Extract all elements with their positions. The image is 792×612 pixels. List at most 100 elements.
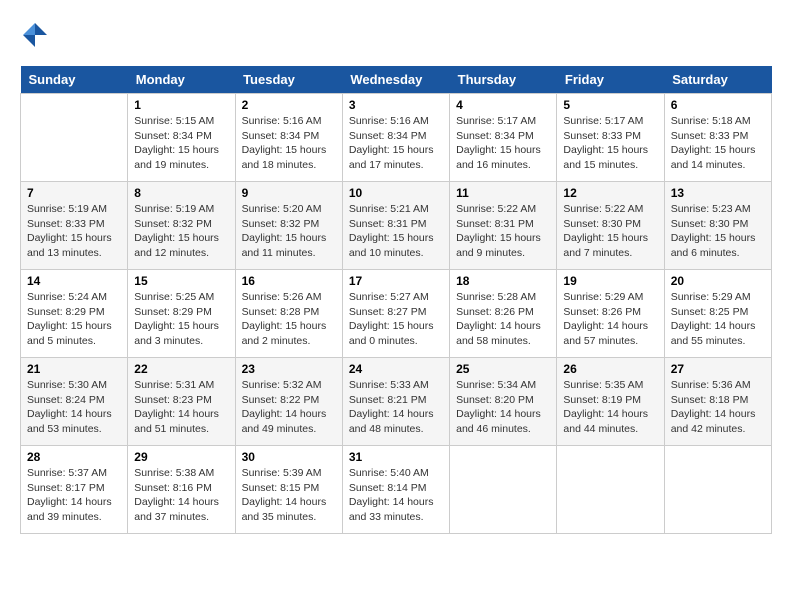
day-number: 3 [349,98,443,112]
calendar-cell: 28 Sunrise: 5:37 AM Sunset: 8:17 PM Dayli… [21,446,128,534]
day-number: 16 [242,274,336,288]
calendar-cell: 29Sunrise: 5:38 AM Sunset: 8:16 PM Dayli… [128,446,235,534]
cell-content: Sunrise: 5:37 AM Sunset: 8:17 PM Dayligh… [27,466,121,525]
cell-content: Sunrise: 5:18 AM Sunset: 8:33 PM Dayligh… [671,114,765,173]
day-number: 20 [671,274,765,288]
cell-content: Sunrise: 5:29 AM Sunset: 8:26 PM Dayligh… [563,290,657,349]
calendar-cell: 24Sunrise: 5:33 AM Sunset: 8:21 PM Dayli… [342,358,449,446]
calendar-week-2: 14 Sunrise: 5:24 AM Sunset: 8:29 PM Dayli… [21,270,772,358]
cell-content: Sunrise: 5:34 AM Sunset: 8:20 PM Dayligh… [456,378,550,437]
day-number: 7 [27,186,121,200]
calendar-cell: 22Sunrise: 5:31 AM Sunset: 8:23 PM Dayli… [128,358,235,446]
cell-content: Sunrise: 5:16 AM Sunset: 8:34 PM Dayligh… [242,114,336,173]
calendar-cell: 21Sunrise: 5:30 AM Sunset: 8:24 PM Dayli… [21,358,128,446]
calendar-cell: 26Sunrise: 5:35 AM Sunset: 8:19 PM Dayli… [557,358,664,446]
calendar-cell [664,446,771,534]
calendar-cell: 20 Sunrise: 5:29 AM Sunset: 8:25 PM Dayli… [664,270,771,358]
day-number: 31 [349,450,443,464]
calendar-cell: 9Sunrise: 5:20 AM Sunset: 8:32 PM Daylig… [235,182,342,270]
day-number: 10 [349,186,443,200]
calendar-cell: 1Sunrise: 5:15 AM Sunset: 8:34 PM Daylig… [128,94,235,182]
day-number: 19 [563,274,657,288]
calendar-cell: 5 Sunrise: 5:17 AM Sunset: 8:33 PM Daylig… [557,94,664,182]
calendar-cell [450,446,557,534]
header-monday: Monday [128,66,235,94]
calendar-cell: 19 Sunrise: 5:29 AM Sunset: 8:26 PM Dayli… [557,270,664,358]
day-number: 18 [456,274,550,288]
calendar-cell: 7 Sunrise: 5:19 AM Sunset: 8:33 PM Daylig… [21,182,128,270]
cell-content: Sunrise: 5:17 AM Sunset: 8:34 PM Dayligh… [456,114,550,173]
logo-icon [20,20,50,50]
calendar-cell: 10 Sunrise: 5:21 AM Sunset: 8:31 PM Dayli… [342,182,449,270]
day-number: 1 [134,98,228,112]
header-thursday: Thursday [450,66,557,94]
day-number: 6 [671,98,765,112]
day-number: 12 [563,186,657,200]
calendar-cell: 12 Sunrise: 5:22 AM Sunset: 8:30 PM Dayli… [557,182,664,270]
cell-content: Sunrise: 5:17 AM Sunset: 8:33 PM Dayligh… [563,114,657,173]
calendar-cell: 3 Sunrise: 5:16 AM Sunset: 8:34 PM Daylig… [342,94,449,182]
calendar-week-3: 21Sunrise: 5:30 AM Sunset: 8:24 PM Dayli… [21,358,772,446]
cell-content: Sunrise: 5:26 AM Sunset: 8:28 PM Dayligh… [242,290,336,349]
calendar-table: SundayMondayTuesdayWednesdayThursdayFrid… [20,66,772,534]
cell-content: Sunrise: 5:32 AM Sunset: 8:22 PM Dayligh… [242,378,336,437]
calendar-cell: 27 Sunrise: 5:36 AM Sunset: 8:18 PM Dayli… [664,358,771,446]
day-number: 30 [242,450,336,464]
day-number: 25 [456,362,550,376]
calendar-header-row: SundayMondayTuesdayWednesdayThursdayFrid… [21,66,772,94]
day-number: 26 [563,362,657,376]
cell-content: Sunrise: 5:19 AM Sunset: 8:33 PM Dayligh… [27,202,121,261]
calendar-cell: 23Sunrise: 5:32 AM Sunset: 8:22 PM Dayli… [235,358,342,446]
cell-content: Sunrise: 5:23 AM Sunset: 8:30 PM Dayligh… [671,202,765,261]
day-number: 11 [456,186,550,200]
cell-content: Sunrise: 5:27 AM Sunset: 8:27 PM Dayligh… [349,290,443,349]
header-saturday: Saturday [664,66,771,94]
cell-content: Sunrise: 5:40 AM Sunset: 8:14 PM Dayligh… [349,466,443,525]
calendar-cell: 17 Sunrise: 5:27 AM Sunset: 8:27 PM Dayli… [342,270,449,358]
cell-content: Sunrise: 5:24 AM Sunset: 8:29 PM Dayligh… [27,290,121,349]
cell-content: Sunrise: 5:29 AM Sunset: 8:25 PM Dayligh… [671,290,765,349]
calendar-cell: 13 Sunrise: 5:23 AM Sunset: 8:30 PM Dayli… [664,182,771,270]
cell-content: Sunrise: 5:25 AM Sunset: 8:29 PM Dayligh… [134,290,228,349]
day-number: 8 [134,186,228,200]
day-number: 13 [671,186,765,200]
calendar-cell: 15 Sunrise: 5:25 AM Sunset: 8:29 PM Dayli… [128,270,235,358]
header-wednesday: Wednesday [342,66,449,94]
cell-content: Sunrise: 5:22 AM Sunset: 8:30 PM Dayligh… [563,202,657,261]
day-number: 5 [563,98,657,112]
cell-content: Sunrise: 5:22 AM Sunset: 8:31 PM Dayligh… [456,202,550,261]
calendar-cell: 6 Sunrise: 5:18 AM Sunset: 8:33 PM Daylig… [664,94,771,182]
day-number: 24 [349,362,443,376]
day-number: 2 [242,98,336,112]
calendar-cell: 25 Sunrise: 5:34 AM Sunset: 8:20 PM Dayli… [450,358,557,446]
calendar-cell: 31 Sunrise: 5:40 AM Sunset: 8:14 PM Dayli… [342,446,449,534]
cell-content: Sunrise: 5:20 AM Sunset: 8:32 PM Dayligh… [242,202,336,261]
cell-content: Sunrise: 5:19 AM Sunset: 8:32 PM Dayligh… [134,202,228,261]
header-tuesday: Tuesday [235,66,342,94]
calendar-cell: 8 Sunrise: 5:19 AM Sunset: 8:32 PM Daylig… [128,182,235,270]
cell-content: Sunrise: 5:21 AM Sunset: 8:31 PM Dayligh… [349,202,443,261]
calendar-cell: 18 Sunrise: 5:28 AM Sunset: 8:26 PM Dayli… [450,270,557,358]
header-friday: Friday [557,66,664,94]
page-header [20,20,772,50]
calendar-cell: 16 Sunrise: 5:26 AM Sunset: 8:28 PM Dayli… [235,270,342,358]
day-number: 17 [349,274,443,288]
day-number: 21 [27,362,121,376]
calendar-cell [21,94,128,182]
day-number: 4 [456,98,550,112]
header-sunday: Sunday [21,66,128,94]
day-number: 15 [134,274,228,288]
logo [20,20,54,50]
calendar-cell: 30 Sunrise: 5:39 AM Sunset: 8:15 PM Dayli… [235,446,342,534]
cell-content: Sunrise: 5:28 AM Sunset: 8:26 PM Dayligh… [456,290,550,349]
cell-content: Sunrise: 5:39 AM Sunset: 8:15 PM Dayligh… [242,466,336,525]
calendar-cell: 11 Sunrise: 5:22 AM Sunset: 8:31 PM Dayli… [450,182,557,270]
cell-content: Sunrise: 5:36 AM Sunset: 8:18 PM Dayligh… [671,378,765,437]
day-number: 28 [27,450,121,464]
day-number: 22 [134,362,228,376]
cell-content: Sunrise: 5:16 AM Sunset: 8:34 PM Dayligh… [349,114,443,173]
day-number: 14 [27,274,121,288]
calendar-cell: 14 Sunrise: 5:24 AM Sunset: 8:29 PM Dayli… [21,270,128,358]
calendar-cell: 2 Sunrise: 5:16 AM Sunset: 8:34 PM Daylig… [235,94,342,182]
day-number: 27 [671,362,765,376]
